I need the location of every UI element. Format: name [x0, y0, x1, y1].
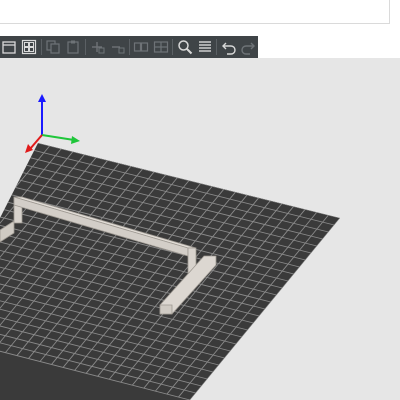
z-axis-arrow — [38, 94, 46, 102]
remove-instance-icon — [112, 46, 125, 54]
undo-icon — [221, 42, 236, 55]
split-parts-icon — [153, 41, 168, 53]
toolbar-separator — [128, 39, 130, 55]
address-bar-area — [0, 0, 400, 36]
search-button[interactable] — [175, 37, 194, 57]
delete-all-button[interactable] — [0, 37, 19, 57]
toolbar-separator — [172, 39, 174, 55]
split-parts-button[interactable] — [151, 37, 170, 57]
search-icon — [177, 40, 192, 55]
redo-button[interactable] — [239, 37, 258, 57]
copy-icon — [46, 40, 60, 54]
arrange-icon — [22, 39, 37, 55]
plater-scene[interactable] — [0, 58, 400, 400]
layer-editing-icon — [198, 41, 211, 52]
toolbar-separator — [216, 39, 218, 55]
toolbar-separator — [84, 39, 86, 55]
delete-all-icon — [2, 41, 17, 54]
3d-viewport[interactable] — [0, 58, 400, 400]
layer-editing-button[interactable] — [195, 37, 214, 57]
x-axis-arrow — [25, 144, 33, 153]
split-objects-icon — [133, 42, 149, 52]
y-axis — [41, 134, 75, 141]
arrange-button[interactable] — [20, 37, 39, 57]
add-instance-button[interactable] — [88, 37, 107, 57]
toolbar-separator — [40, 39, 42, 55]
y-axis-arrow — [71, 136, 80, 144]
main-toolbar — [0, 36, 258, 58]
undo-button[interactable] — [219, 37, 238, 57]
axis-gizmo — [25, 94, 80, 153]
paste-button[interactable] — [64, 37, 83, 57]
copy-button[interactable] — [44, 37, 63, 57]
paste-icon — [67, 40, 79, 54]
split-objects-button[interactable] — [131, 37, 150, 57]
add-instance-icon — [92, 42, 105, 54]
remove-instance-button[interactable] — [108, 37, 127, 57]
address-bar[interactable] — [0, 0, 390, 24]
redo-icon — [241, 42, 256, 55]
